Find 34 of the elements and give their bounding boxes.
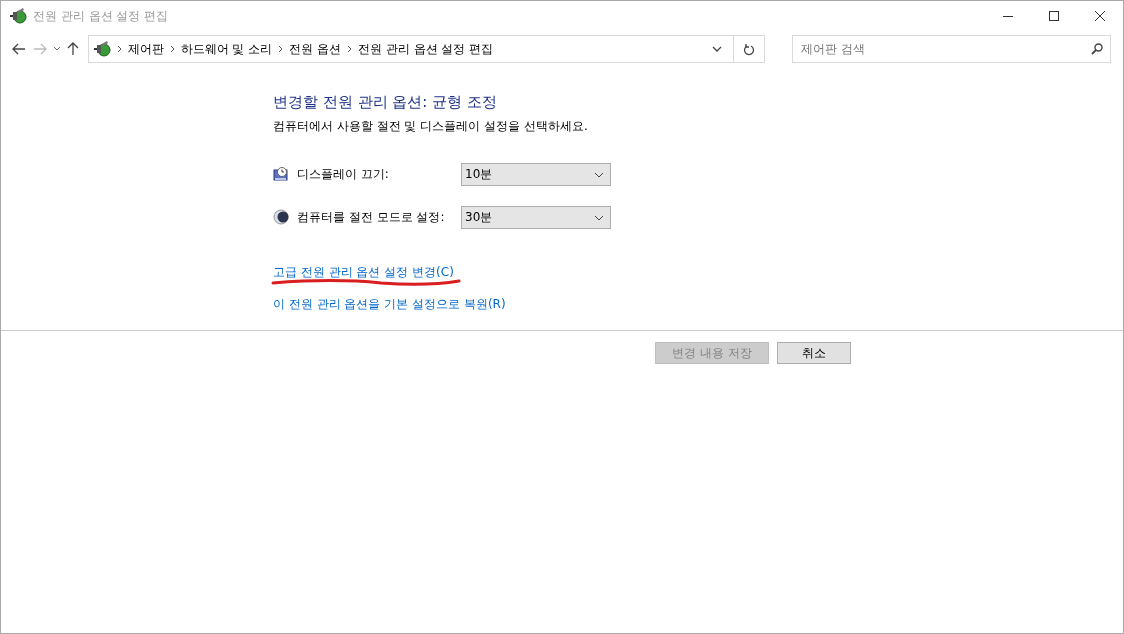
- chevron-down-icon[interactable]: [711, 46, 722, 52]
- description-text: 컴퓨터에서 사용할 절전 및 디스플레이 설정을 선택하세요.: [273, 118, 589, 135]
- settings-link[interactable]: 이 전원 관리 옵션을 기본 설정으로 복원(R): [273, 297, 506, 311]
- breadcrumb-item[interactable]: 하드웨어 및 소리: [180, 40, 273, 58]
- setting-label: 디스플레이 끄기:: [297, 165, 389, 183]
- chevron-right-icon: [169, 45, 175, 53]
- refresh-icon[interactable]: [742, 42, 755, 56]
- cancel-button[interactable]: 취소: [777, 342, 851, 364]
- back-arrow-icon[interactable]: [12, 43, 27, 55]
- power-plug-icon: [9, 7, 27, 25]
- search-icon[interactable]: [1091, 43, 1103, 55]
- search-field[interactable]: 제어판 검색: [792, 35, 1111, 63]
- monitor-clock-icon: [273, 166, 289, 182]
- control-panel-icon: [92, 40, 111, 58]
- breadcrumb-item[interactable]: 전원 관리 옵션 설정 편집: [358, 40, 494, 58]
- chevron-right-icon: [278, 45, 284, 53]
- setting-label: 컴퓨터를 절전 모드로 설정:: [297, 208, 445, 226]
- chevron-down-icon: [594, 214, 604, 221]
- breadcrumb-item[interactable]: 전원 옵션: [289, 40, 341, 58]
- maximize-icon[interactable]: [1048, 10, 1060, 22]
- close-icon[interactable]: [1094, 10, 1106, 22]
- chevron-right-icon: [347, 45, 352, 53]
- dropdown-select[interactable]: 10분: [461, 162, 611, 186]
- dropdown-select[interactable]: 30분: [461, 205, 611, 229]
- chevron-right-icon: [116, 45, 122, 53]
- address-bar[interactable]: 제어판 하드웨어 및 소리 전원 옵션 전원 관리 옵션 설정 편집: [87, 35, 734, 63]
- chevron-down-icon: [594, 171, 604, 178]
- breadcrumb-item[interactable]: 제어판: [127, 40, 164, 58]
- up-arrow-icon[interactable]: [67, 42, 80, 56]
- settings-link[interactable]: 고급 전원 관리 옵션 설정 변경(C): [273, 265, 454, 279]
- page-heading: 변경할 전원 관리 옵션: 균형 조정: [273, 93, 498, 113]
- window-title: 전원 관리 옵션 설정 편집: [33, 7, 169, 25]
- moon-icon: [273, 209, 289, 225]
- chevron-down-icon[interactable]: [52, 46, 61, 52]
